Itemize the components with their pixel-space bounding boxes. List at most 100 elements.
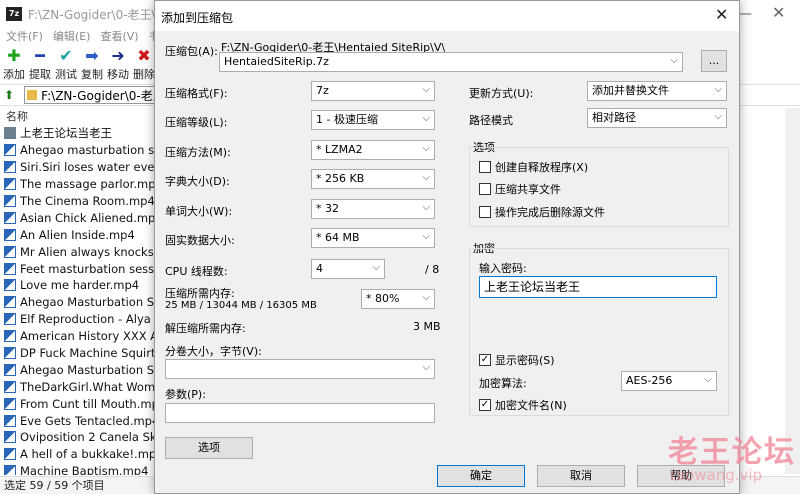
list-item[interactable]: Ahegao Masturbation Ses [0,361,155,378]
list-item[interactable]: DP Fuck Machine Squirts B [0,345,155,362]
dialog-title-bar: 添加到压缩包 ✕ [155,1,739,31]
video-file-icon [4,380,16,393]
watermark-logo: 老王论坛 [668,435,796,470]
toolbar: ✚ 添加 ━ 提取 ✔ 测试 ➡ 复制 ➜ 移动 ✖ 删除 [0,46,156,84]
options-button[interactable]: 选项 [165,437,253,459]
file-name: Siri.Siri loses water everyw [20,160,155,175]
list-item[interactable]: From Cunt till Mouth.mp4 [0,395,155,412]
checkbox-box[interactable] [479,183,491,195]
toolbar-button[interactable]: ➡ 复制 [80,46,104,84]
list-item[interactable]: An Alien Inside.mp4 [0,226,155,243]
menu-bar: 文件(F)编辑(E)查看(V)书 [0,28,160,46]
menu-item[interactable]: 编辑(E) [53,28,91,46]
mem-select[interactable]: * 80% [361,289,435,309]
toolbar-label: 测试 [55,68,77,81]
add-to-archive-dialog: 添加到压缩包 ✕ 压缩包(A): F:\ZN-Gogider\0-老王\Hent… [154,0,740,494]
file-name: From Cunt till Mouth.mp4 [20,396,155,411]
password-input[interactable]: 上老王论坛当老王 [479,276,717,298]
archive-name-combo[interactable]: HentaiedSiteRip.7z [219,52,683,72]
file-name: Oviposition 2 Canela Skin. [20,430,155,445]
list-item[interactable]: The massage parlor.mp4 [0,176,155,193]
checkmark-icon[interactable]: ✓ [479,354,491,366]
list-item[interactable]: Love me harder.mp4 [0,277,155,294]
browse-button[interactable]: ... [701,50,727,72]
file-name: American History XXX Ade [20,329,155,344]
watermark-url: taowang.vip [670,466,763,484]
toolbar-button[interactable]: ━ 提取 [28,46,52,84]
video-file-icon [4,228,16,241]
path-mode-select[interactable]: 相对路径 [587,108,727,128]
video-file-icon [4,296,16,309]
toolbar-button[interactable]: ✖ 删除 [132,46,156,84]
cancel-button[interactable]: 取消 [537,465,625,487]
video-file-icon [4,431,16,444]
list-item[interactable]: Siri.Siri loses water everyw [0,159,155,176]
video-file-icon [4,347,16,360]
word-select[interactable]: * 32 [311,199,435,219]
up-arrow-icon[interactable]: ⬆ [4,88,18,102]
encrypt-names-checkbox[interactable]: ✓ 加密文件名(N) [479,397,567,413]
list-item[interactable]: Asian Chick Aliened.mp4 [0,209,155,226]
checkbox-box[interactable] [479,161,491,173]
file-name: Asian Chick Aliened.mp4 [20,210,155,225]
sfx-checkbox[interactable]: 创建自释放程序(X) [479,159,588,175]
enc-method-select[interactable]: AES-256 [621,371,717,391]
file-name: TheDarkGirl.What Women [20,379,155,394]
cpu-select[interactable]: 4 [311,259,385,279]
file-name: The massage parlor.mp4 [20,177,155,192]
close-icon[interactable]: ✕ [715,5,728,24]
checkmark-icon[interactable]: ✓ [479,399,491,411]
checkbox-box[interactable] [479,206,491,218]
toolbar-button[interactable]: ➜ 移动 [106,46,130,84]
toolbar-button[interactable]: ✔ 测试 [54,46,78,84]
minimize-icon[interactable]: — [738,6,752,22]
toolbar-label: 移动 [107,68,129,81]
list-item[interactable]: Ahegao Masturbation Ses [0,294,155,311]
list-item[interactable]: The Cinema Room.mp4 [0,193,155,210]
video-file-icon [4,414,16,427]
level-select[interactable]: 1 - 极速压缩 [311,110,435,130]
video-file-icon [4,211,16,224]
params-input[interactable] [165,403,435,423]
close-icon[interactable]: ✕ [772,3,785,22]
video-file-icon [4,144,16,157]
list-item[interactable]: Eve Gets Tentacled.mp4 [0,412,155,429]
list-item[interactable]: American History XXX Ade [0,328,155,345]
params-label: 参数(P): [165,388,206,401]
scrollbar[interactable] [785,108,800,474]
list-item[interactable]: Machine Baptism.mp4 [0,463,155,475]
volume-label: 分卷大小，字节(V): [165,345,262,358]
column-header-name[interactable]: 名称 [0,108,155,124]
file-list: 上老王论坛当老王 Ahegao masturbation sess Siri.Sir… [0,125,155,475]
check-icon: ✔ [59,46,73,65]
shared-checkbox[interactable]: 压缩共享文件 [479,181,561,197]
list-item[interactable]: Elf Reproduction - Alya St [0,311,155,328]
method-select[interactable]: * LZMA2 [311,140,435,160]
file-name: Machine Baptism.mp4 [20,464,149,475]
format-select[interactable]: 7z [311,81,435,101]
list-item[interactable]: Oviposition 2 Canela Skin. [0,429,155,446]
list-item[interactable]: Ahegao masturbation sess [0,142,155,159]
dict-select[interactable]: * 256 KB [311,169,435,189]
update-select[interactable]: 添加并替换文件 [587,81,727,101]
list-item[interactable]: A hell of a bukkake!.mp4 [0,446,155,463]
solid-select[interactable]: * 64 MB [311,228,435,248]
toolbar-button[interactable]: ✚ 添加 [2,46,26,84]
delete-source-checkbox[interactable]: 操作完成后删除源文件 [479,204,605,220]
list-item[interactable]: Mr Alien always knocks tw [0,243,155,260]
show-password-label: 显示密码(S) [495,354,555,367]
video-file-icon [4,161,16,174]
path-field[interactable]: F:\ZN-Gogider\0-老王\He [24,86,164,104]
format-label: 压缩格式(F): [165,87,228,100]
show-password-checkbox[interactable]: ✓ 显示密码(S) [479,352,555,368]
ok-button[interactable]: 确定 [437,465,525,487]
list-item[interactable]: 上老王论坛当老王 [0,125,155,142]
arrow-right-icon: ➜ [111,46,125,65]
menu-item[interactable]: 查看(V) [100,28,138,46]
menu-item[interactable]: 文件(F) [6,28,43,46]
volume-select[interactable] [165,359,435,379]
list-item[interactable]: TheDarkGirl.What Women [0,378,155,395]
file-name: DP Fuck Machine Squirts B [20,346,155,361]
video-file-icon [4,313,16,326]
list-item[interactable]: Feet masturbation session [0,260,155,277]
